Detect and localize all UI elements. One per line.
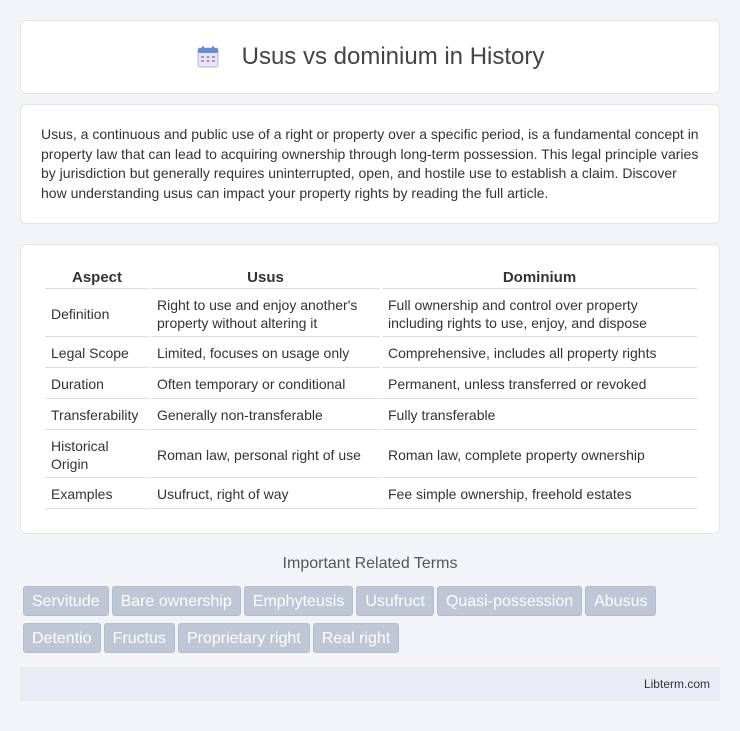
related-terms-title: Important Related Terms [282, 555, 458, 572]
intro-text: Usus, a continuous and public use of a r… [41, 126, 699, 201]
related-term-tag[interactable]: Servitude [23, 586, 109, 616]
table-cell: Roman law, personal right of use [151, 432, 380, 478]
table-cell: Definition [45, 291, 149, 337]
related-term-tag[interactable]: Bare ownership [111, 586, 241, 616]
comparison-table: Aspect Usus Dominium Definition Right to… [43, 267, 699, 511]
table-cell: Often temporary or conditional [151, 370, 380, 399]
related-term-tag[interactable]: Usufruct [356, 586, 434, 616]
table-cell: Comprehensive, includes all property rig… [382, 339, 697, 368]
related-term-tag[interactable]: Abusus [585, 586, 657, 616]
table-card: Aspect Usus Dominium Definition Right to… [20, 244, 720, 534]
table-cell: Fee simple ownership, freehold estates [382, 480, 697, 509]
column-header: Usus [151, 269, 380, 289]
table-row: Definition Right to use and enjoy anothe… [45, 291, 697, 337]
column-header: Dominium [382, 269, 697, 289]
intro-card: Usus, a continuous and public use of a r… [20, 104, 720, 224]
table-header-row: Aspect Usus Dominium [45, 269, 697, 289]
table-cell: Right to use and enjoy another's propert… [151, 291, 380, 337]
table-cell: Legal Scope [45, 339, 149, 368]
column-header: Aspect [45, 269, 149, 289]
table-cell: Limited, focuses on usage only [151, 339, 380, 368]
table-cell: Permanent, unless transferred or revoked [382, 370, 697, 399]
related-term-tag[interactable]: Detentio [23, 623, 101, 653]
table-cell: Historical Origin [45, 432, 149, 478]
related-term-tag[interactable]: Real right [312, 623, 400, 653]
related-terms-list: Servitude Bare ownership Emphyteusis Usufru… [23, 586, 723, 660]
title-wrap: Usus vs dominium in History [196, 43, 545, 71]
related-term-tag[interactable]: Quasi-possession [436, 586, 583, 616]
related-term-tag[interactable]: Fructus [103, 623, 175, 653]
page-title: Usus vs dominium in History [241, 43, 545, 70]
related-term-tag[interactable]: Emphyteusis [243, 586, 354, 616]
table-row: Historical Origin Roman law, personal ri… [45, 432, 697, 478]
footer-site-link[interactable]: Libterm.com [644, 677, 710, 691]
table-row: Examples Usufruct, right of way Fee simp… [45, 480, 697, 509]
table-cell: Duration [45, 370, 149, 399]
header-card: Usus vs dominium in History [20, 20, 720, 94]
table-cell: Full ownership and control over property… [382, 291, 697, 337]
table-cell: Usufruct, right of way [151, 480, 380, 509]
table-cell: Roman law, complete property ownership [382, 432, 697, 478]
footer: Libterm.com [20, 667, 720, 701]
table-cell: Fully transferable [382, 401, 697, 430]
table-cell: Transferability [45, 401, 149, 430]
related-term-tag[interactable]: Proprietary right [177, 623, 310, 653]
table-row: Transferability Generally non-transferab… [45, 401, 697, 430]
calendar-icon [196, 45, 220, 69]
table-cell: Generally non-transferable [151, 401, 380, 430]
table-row: Duration Often temporary or conditional … [45, 370, 697, 399]
table-cell: Examples [45, 480, 149, 509]
table-row: Legal Scope Limited, focuses on usage on… [45, 339, 697, 368]
